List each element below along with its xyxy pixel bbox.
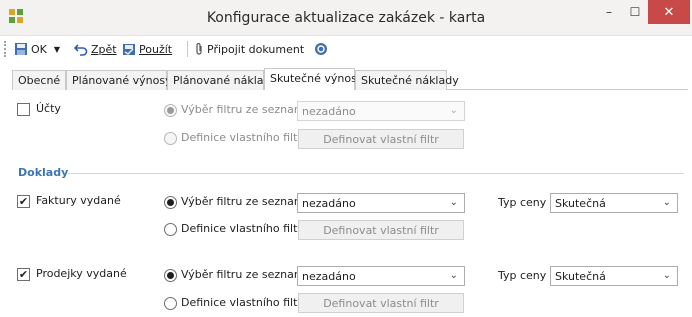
maximize-button[interactable]: ☐ [622, 0, 648, 24]
prodejky-filter-select[interactable]: nezadáno ⌄ [297, 266, 465, 286]
faktury-filter-radio[interactable] [164, 196, 177, 209]
help-button[interactable] [314, 40, 328, 58]
faktury-define-filter-button[interactable]: Definovat vlastní filtr [298, 220, 464, 240]
section-divider [68, 173, 684, 174]
apply-icon [123, 44, 135, 55]
prodejky-checkbox[interactable]: ✔ [17, 268, 30, 281]
prodejky-price-select[interactable]: Skutečná ⌄ [550, 266, 678, 286]
ucty-label: Účty [36, 102, 61, 115]
check-icon: ✔ [18, 268, 29, 281]
ucty-custom-radio[interactable] [164, 132, 177, 145]
ucty-filter-select[interactable]: nezadáno ⌄ [297, 101, 465, 121]
prodejky-custom-label: Definice vlastního filtru [181, 296, 309, 309]
faktury-price-select-value: Skutečná [555, 196, 606, 210]
chevron-down-icon: ⌄ [449, 105, 458, 116]
chevron-down-icon: ⌄ [662, 270, 671, 281]
help-icon [315, 43, 327, 55]
chevron-down-icon: ⌄ [449, 270, 458, 281]
faktury-price-label: Typ ceny [498, 196, 547, 209]
tab-planovane-vynosy[interactable]: Plánované výnosy [66, 70, 172, 90]
doklady-section-title: Doklady [18, 166, 69, 179]
close-button[interactable]: ✕ [648, 0, 690, 24]
minimize-button[interactable]: – [596, 0, 622, 24]
prodejky-label: Prodejky vydané [36, 267, 127, 280]
undo-icon [74, 44, 88, 56]
faktury-label: Faktury vydané [36, 194, 121, 207]
ok-label: OK [31, 42, 47, 56]
tab-skutecne-naklady[interactable]: Skutečné náklady [355, 70, 459, 90]
toolbar-separator [187, 41, 188, 57]
prodejky-filter-label: Výběr filtru ze seznamu [181, 268, 312, 281]
attach-document-button[interactable]: Připojit dokument [194, 40, 304, 58]
window-title: Konfigurace aktualizace zakázek - karta [206, 10, 486, 26]
ok-button[interactable]: OK ▼ [14, 40, 60, 58]
prodejky-filter-radio[interactable] [164, 269, 177, 282]
faktury-filter-label: Výběr filtru ze seznamu [181, 195, 312, 208]
check-icon: ✔ [18, 195, 29, 208]
chevron-down-icon: ⌄ [662, 197, 671, 208]
ucty-checkbox[interactable] [17, 103, 30, 116]
save-icon [15, 43, 27, 55]
prodejky-price-select-value: Skutečná [555, 269, 606, 283]
ucty-filter-label: Výběr filtru ze seznamu [181, 103, 312, 116]
back-button[interactable]: Zpět [74, 40, 117, 58]
faktury-filter-select-value: nezadáno [302, 196, 356, 210]
paperclip-icon [196, 42, 202, 55]
chevron-down-icon: ⌄ [449, 197, 458, 208]
prodejky-custom-radio[interactable] [164, 297, 177, 310]
prodejky-price-label: Typ ceny [498, 269, 547, 282]
apply-button[interactable]: Použít [122, 40, 172, 58]
ucty-custom-label: Definice vlastního filtru [181, 131, 309, 144]
ucty-filter-select-value: nezadáno [302, 104, 356, 118]
tab-planovane-naklady[interactable]: Plánované náklady [167, 70, 277, 90]
faktury-checkbox[interactable]: ✔ [17, 195, 30, 208]
tab-skutecne-vynosy[interactable]: Skutečné výnosy [264, 68, 363, 90]
apply-label: Použít [139, 42, 173, 56]
ucty-define-filter-button[interactable]: Definovat vlastní filtr [298, 129, 464, 149]
tab-obecne[interactable]: Obecné [12, 70, 66, 90]
faktury-price-select[interactable]: Skutečná ⌄ [550, 193, 678, 213]
faktury-custom-label: Definice vlastního filtru [181, 222, 309, 235]
attach-label: Připojit dokument [207, 42, 305, 56]
prodejky-define-filter-button[interactable]: Definovat vlastní filtr [298, 293, 464, 313]
prodejky-filter-select-value: nezadáno [302, 269, 356, 283]
toolbar-grip [4, 41, 8, 57]
ok-dropdown-icon[interactable]: ▼ [54, 45, 60, 54]
ucty-filter-radio[interactable] [164, 104, 177, 117]
faktury-filter-select[interactable]: nezadáno ⌄ [297, 193, 465, 213]
back-label: Zpět [91, 42, 117, 56]
faktury-custom-radio[interactable] [164, 223, 177, 236]
